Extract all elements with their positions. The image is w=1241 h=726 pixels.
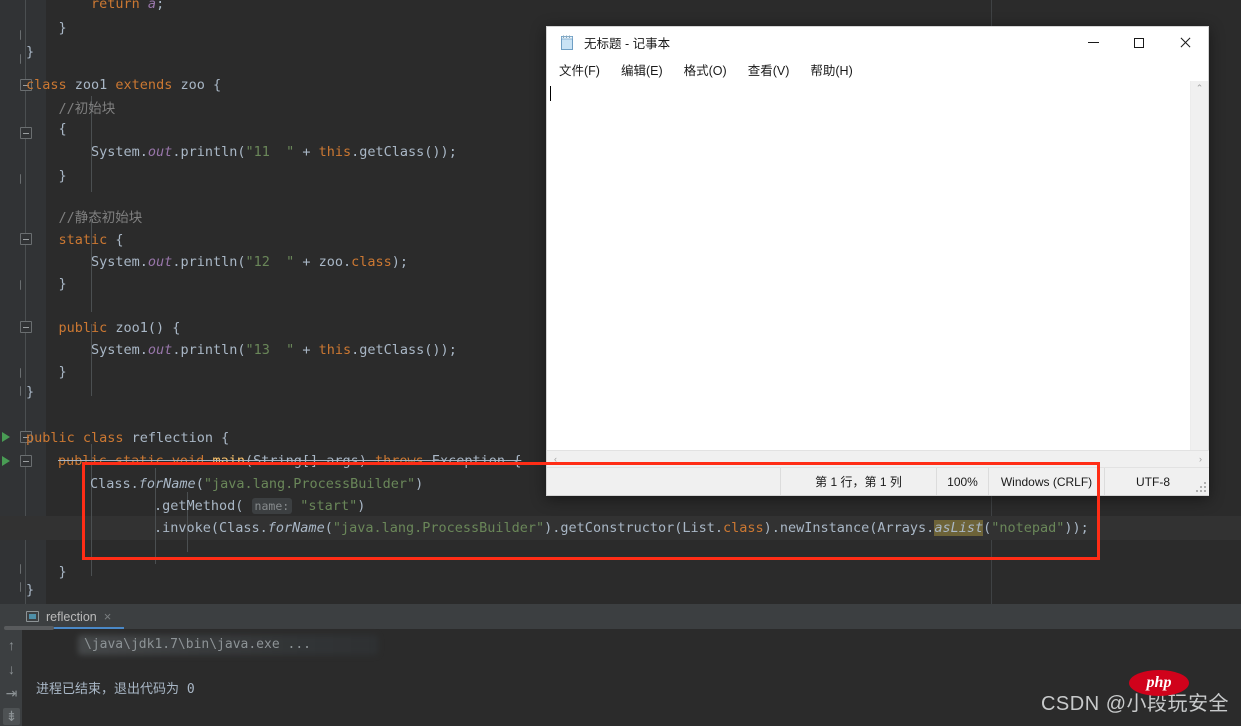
prev-occurrence-icon[interactable]: ↑: [3, 637, 20, 654]
console-exit-message: 进程已结束，退出代码为 0: [36, 682, 195, 697]
encoding: UTF-8: [1136, 474, 1170, 489]
notepad-statusbar: 第 1 行，第 1 列 100% Windows (CRLF) UTF-8: [547, 467, 1209, 495]
next-occurrence-icon[interactable]: ↓: [3, 661, 20, 678]
notepad-horizontal-scrollbar[interactable]: ‹ ›: [547, 450, 1209, 468]
notepad-vertical-scrollbar[interactable]: ⌃ ⌄: [1190, 81, 1208, 469]
parameter-hint: name:: [251, 498, 293, 514]
maximize-button[interactable]: [1116, 27, 1162, 58]
notepad-title: 无标题 - 记事本: [584, 37, 671, 51]
text-caret: [550, 86, 551, 101]
php-badge: php: [1129, 670, 1189, 696]
notepad-window[interactable]: 无标题 - 记事本 文件(F) 编辑(E) 格式(O) 查看(V) 帮助(H) …: [546, 26, 1209, 496]
scroll-left-icon[interactable]: ‹: [547, 451, 564, 468]
line-ending: Windows (CRLF): [1000, 474, 1093, 489]
notepad-icon: [559, 35, 575, 51]
menu-view[interactable]: 查看(V): [739, 60, 799, 79]
notepad-titlebar[interactable]: 无标题 - 记事本: [547, 27, 1208, 58]
console-tab-label: reflection: [46, 609, 97, 624]
minimize-icon: [1087, 42, 1099, 43]
close-button[interactable]: [1162, 27, 1208, 58]
scroll-up-icon[interactable]: ⌃: [1191, 81, 1208, 98]
close-icon: [1179, 37, 1191, 49]
menu-file[interactable]: 文件(F): [550, 60, 609, 79]
console-tabbar: reflection ×: [0, 604, 1241, 630]
notepad-text-area[interactable]: [548, 81, 1193, 469]
console-tab-icon: [26, 611, 39, 622]
scroll-right-icon[interactable]: ›: [1192, 451, 1209, 468]
maximize-icon: [1134, 37, 1144, 48]
close-tab-icon[interactable]: ×: [104, 610, 112, 623]
cursor-position: 第 1 行，第 1 列: [815, 475, 902, 489]
notepad-menubar: 文件(F) 编辑(E) 格式(O) 查看(V) 帮助(H): [547, 58, 1208, 81]
resize-grip-icon[interactable]: [1196, 482, 1206, 492]
console-scroll-nub[interactable]: [4, 626, 54, 630]
menu-format[interactable]: 格式(O): [675, 60, 736, 79]
menu-edit[interactable]: 编辑(E): [612, 60, 672, 79]
csdn-watermark: CSDN @小段玩安全: [1040, 693, 1229, 715]
minimize-button[interactable]: [1070, 27, 1116, 58]
console-command-line: \java\jdk1.7\bin\java.exe ...: [84, 637, 311, 652]
vertical-scroll-thumb[interactable]: [1191, 98, 1208, 450]
console-toolbar: ↑ ↓ ⇥ ⇟: [0, 626, 54, 726]
menu-help[interactable]: 帮助(H): [801, 60, 861, 79]
zoom-level: 100%: [947, 474, 978, 489]
scroll-to-end-icon[interactable]: ⇟: [3, 708, 20, 725]
soft-wrap-icon[interactable]: ⇥: [3, 685, 20, 702]
notepad-window-controls: [1070, 27, 1208, 58]
